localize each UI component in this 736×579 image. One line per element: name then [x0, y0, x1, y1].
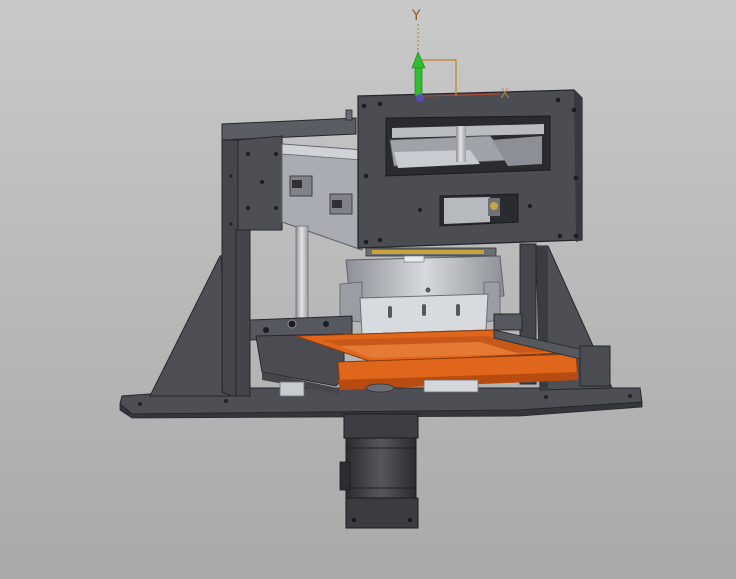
y-axis-arrow	[414, 65, 423, 97]
stepper-motor[interactable]	[339, 413, 419, 529]
front-gantry-plate[interactable]	[357, 89, 583, 249]
press-head[interactable]	[339, 247, 505, 335]
guide-rod[interactable]	[295, 225, 309, 319]
rear-left-post[interactable]	[235, 229, 251, 397]
cad-viewport[interactable]: Y X	[0, 0, 736, 579]
top-screw	[345, 109, 353, 121]
model-3d-view[interactable]: Y X	[0, 0, 736, 579]
y-axis-label: Y	[411, 8, 421, 24]
x-axis-label: X	[500, 86, 510, 102]
